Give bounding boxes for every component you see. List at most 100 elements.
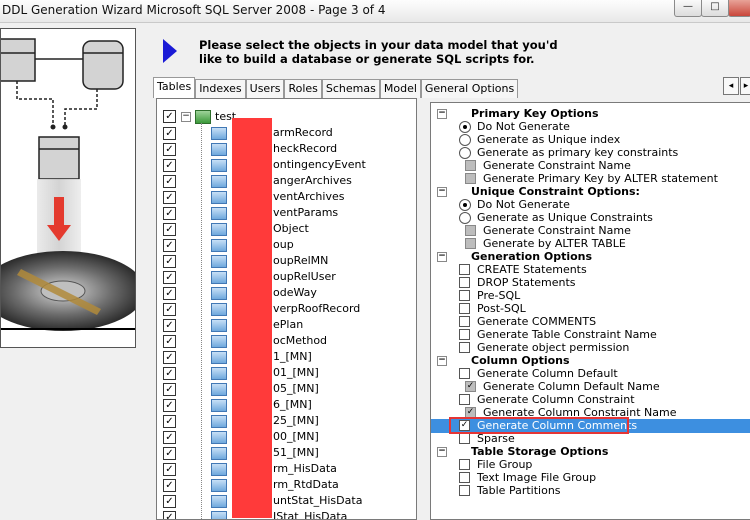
tree-item[interactable]: ✓ 05_[MN] xyxy=(157,381,416,397)
option-post-sql[interactable]: Post-SQL xyxy=(431,302,750,315)
tree-item[interactable]: ✓ heckRecord xyxy=(157,141,416,157)
generation-options-panel[interactable]: − Primary Key Options Do Not Generate Gener… xyxy=(430,102,750,520)
option-checkbox[interactable]: ✓ xyxy=(465,381,476,392)
tree-item[interactable]: ✓ 01_[MN] xyxy=(157,365,416,381)
option-checkbox[interactable] xyxy=(459,485,470,496)
option-checkbox[interactable] xyxy=(465,225,476,236)
tree-item-checkbox[interactable]: ✓ xyxy=(163,143,176,156)
tree-item-checkbox[interactable]: ✓ xyxy=(163,431,176,444)
tree-item[interactable]: ✓ 00_[MN] xyxy=(157,429,416,445)
option-generate-constraint-name[interactable]: Generate Constraint Name xyxy=(431,159,750,172)
option-checkbox[interactable] xyxy=(459,394,470,405)
tree-item[interactable]: ✓ angerArchives xyxy=(157,173,416,189)
tree-item[interactable]: ✓ Object xyxy=(157,221,416,237)
restore-button[interactable]: □ xyxy=(701,0,729,17)
option-file-group[interactable]: File Group xyxy=(431,458,750,471)
option-checkbox[interactable] xyxy=(459,472,470,483)
tab-scroll-left-button[interactable]: ◂ xyxy=(723,77,739,95)
tree-item-checkbox[interactable]: ✓ xyxy=(163,287,176,300)
option-checkbox[interactable] xyxy=(459,290,470,301)
option-drop-statements[interactable]: DROP Statements xyxy=(431,276,750,289)
option-generate-as-primary-key-constraints[interactable]: Generate as primary key constraints xyxy=(431,146,750,159)
tree-item-checkbox[interactable]: ✓ xyxy=(163,159,176,172)
option-checkbox[interactable] xyxy=(459,303,470,314)
option-text-image-file-group[interactable]: Text Image File Group xyxy=(431,471,750,484)
option-generate-by-alter-table[interactable]: Generate by ALTER TABLE xyxy=(431,237,750,250)
collapse-icon[interactable]: − xyxy=(437,187,447,197)
tree-item[interactable]: ✓ 6_[MN] xyxy=(157,397,416,413)
tree-item[interactable]: ✓ rm_RtdData xyxy=(157,477,416,493)
tree-item-checkbox[interactable]: ✓ xyxy=(163,255,176,268)
tree-item[interactable]: ✓ oupRelMN xyxy=(157,253,416,269)
tab-tables[interactable]: Tables xyxy=(153,77,196,98)
tab-model[interactable]: Model xyxy=(379,79,421,98)
tab-scroll-right-button[interactable]: ▸ xyxy=(740,77,750,95)
tree-root[interactable]: ✓ − test xyxy=(157,109,416,125)
tree-item-checkbox[interactable]: ✓ xyxy=(163,463,176,476)
option-radio[interactable] xyxy=(459,199,471,211)
tree-item[interactable]: ✓ oup xyxy=(157,237,416,253)
option-checkbox[interactable] xyxy=(459,264,470,275)
tree-item[interactable]: ✓ verpRoofRecord xyxy=(157,301,416,317)
minimize-button[interactable]: — xyxy=(674,0,702,17)
option-radio[interactable] xyxy=(459,212,471,224)
option-do-not-generate[interactable]: Do Not Generate xyxy=(431,198,750,211)
tree-item-checkbox[interactable]: ✓ xyxy=(163,335,176,348)
tree-item-checkbox[interactable]: ✓ xyxy=(163,367,176,380)
option-checkbox[interactable] xyxy=(465,173,476,184)
tree-item-checkbox[interactable]: ✓ xyxy=(163,495,176,508)
tree-item[interactable]: ✓ untStat_HisData xyxy=(157,493,416,509)
tab-indexes[interactable]: Indexes xyxy=(195,79,246,98)
tree-item-checkbox[interactable]: ✓ xyxy=(163,399,176,412)
option-generate-column-default[interactable]: Generate Column Default xyxy=(431,367,750,380)
tree-item[interactable]: ✓ JStat_HisData xyxy=(157,509,416,519)
close-button[interactable] xyxy=(728,0,750,17)
collapse-icon[interactable]: − xyxy=(181,112,191,122)
tab-schemas[interactable]: Schemas xyxy=(321,79,380,98)
tree-item-checkbox[interactable]: ✓ xyxy=(163,415,176,428)
tree-item-checkbox[interactable]: ✓ xyxy=(163,511,176,519)
option-pre-sql[interactable]: Pre-SQL xyxy=(431,289,750,302)
tree-item-checkbox[interactable]: ✓ xyxy=(163,383,176,396)
tree-item-checkbox[interactable]: ✓ xyxy=(163,479,176,492)
option-checkbox[interactable] xyxy=(459,342,470,353)
option-table-partitions[interactable]: Table Partitions xyxy=(431,484,750,497)
table-tree-panel[interactable]: ✓ − test ✓ armRecord ✓ heckRecord ✓ ontingencyEv… xyxy=(156,98,417,520)
tree-item-checkbox[interactable]: ✓ xyxy=(163,223,176,236)
collapse-icon[interactable]: − xyxy=(437,356,447,366)
option-generate-column-default-name[interactable]: ✓ Generate Column Default Name xyxy=(431,380,750,393)
tree-item[interactable]: ✓ rm_HisData xyxy=(157,461,416,477)
collapse-icon[interactable]: − xyxy=(437,252,447,262)
option-radio[interactable] xyxy=(459,121,471,133)
option-generate-object-permission[interactable]: Generate object permission xyxy=(431,341,750,354)
tree-item[interactable]: ✓ ontingencyEvent xyxy=(157,157,416,173)
tree-item[interactable]: ✓ 1_[MN] xyxy=(157,349,416,365)
tree-item-checkbox[interactable]: ✓ xyxy=(163,319,176,332)
option-radio[interactable] xyxy=(459,134,471,146)
option-generate-constraint-name[interactable]: Generate Constraint Name xyxy=(431,224,750,237)
tree-item[interactable]: ✓ oupRelUser xyxy=(157,269,416,285)
option-checkbox[interactable] xyxy=(459,277,470,288)
tree-item[interactable]: ✓ ventArchives xyxy=(157,189,416,205)
option-generate-primary-key-by-alter-statement[interactable]: Generate Primary Key by ALTER statement xyxy=(431,172,750,185)
tree-item[interactable]: ✓ armRecord xyxy=(157,125,416,141)
option-generate-table-constraint-name[interactable]: Generate Table Constraint Name xyxy=(431,328,750,341)
tree-root-checkbox[interactable]: ✓ xyxy=(163,110,176,123)
tree-item-checkbox[interactable]: ✓ xyxy=(163,175,176,188)
tree-item-checkbox[interactable]: ✓ xyxy=(163,351,176,364)
option-create-statements[interactable]: CREATE Statements xyxy=(431,263,750,276)
option-do-not-generate[interactable]: Do Not Generate xyxy=(431,120,750,133)
tab-general-options[interactable]: General Options xyxy=(420,79,519,98)
tab-users[interactable]: Users xyxy=(245,79,285,98)
tree-item[interactable]: ✓ ventParams xyxy=(157,205,416,221)
option-checkbox[interactable] xyxy=(459,329,470,340)
tree-item-checkbox[interactable]: ✓ xyxy=(163,447,176,460)
tree-item-checkbox[interactable]: ✓ xyxy=(163,303,176,316)
option-generate-as-unique-constraints[interactable]: Generate as Unique Constraints xyxy=(431,211,750,224)
tree-item[interactable]: ✓ ocMethod xyxy=(157,333,416,349)
option-checkbox[interactable] xyxy=(459,316,470,327)
tab-roles[interactable]: Roles xyxy=(284,79,322,98)
tree-item-checkbox[interactable]: ✓ xyxy=(163,207,176,220)
tree-item[interactable]: ✓ 51_[MN] xyxy=(157,445,416,461)
tree-item[interactable]: ✓ ePlan xyxy=(157,317,416,333)
